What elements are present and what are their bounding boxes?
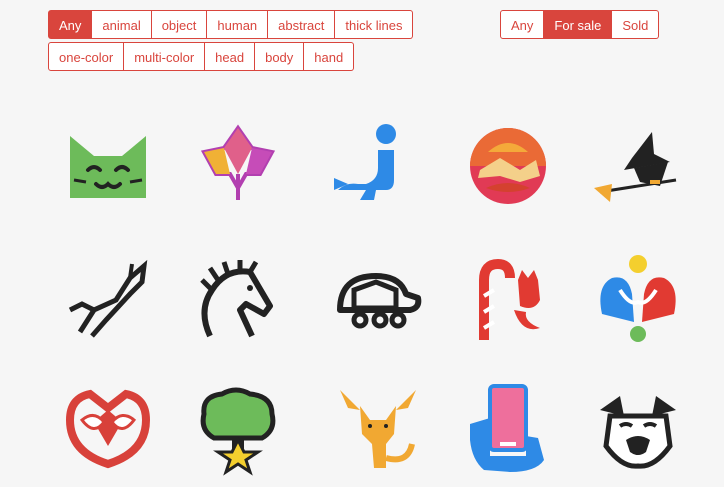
sale-filter-any[interactable]: Any bbox=[500, 10, 545, 39]
filter-animal[interactable]: animal bbox=[92, 10, 152, 39]
winged-cat-icon[interactable] bbox=[330, 380, 426, 476]
owl-face-icon[interactable] bbox=[60, 380, 156, 476]
horse-head-icon[interactable] bbox=[190, 250, 286, 346]
candy-cane-cat-icon[interactable] bbox=[460, 250, 556, 346]
maple-leaf-icon[interactable] bbox=[190, 118, 286, 214]
sale-filter-sold[interactable]: Sold bbox=[612, 10, 660, 39]
filter-one-color[interactable]: one-color bbox=[48, 42, 125, 71]
filter-object[interactable]: object bbox=[151, 10, 208, 39]
colorful-hands-icon[interactable] bbox=[590, 250, 686, 346]
filter-abstract[interactable]: abstract bbox=[268, 10, 336, 39]
tree-with-star-icon[interactable] bbox=[190, 380, 286, 476]
filter-human[interactable]: human bbox=[207, 10, 269, 39]
seal-with-ball-icon[interactable] bbox=[330, 118, 426, 214]
turtle-icon[interactable] bbox=[330, 250, 426, 346]
sale-filter-for-sale[interactable]: For sale bbox=[544, 10, 613, 39]
sale-filters: Any For sale Sold bbox=[500, 10, 660, 39]
filter-row-2: one-color multi-color head body hand bbox=[48, 42, 413, 71]
filter-thick-lines[interactable]: thick lines bbox=[335, 10, 414, 39]
filter-any[interactable]: Any bbox=[48, 10, 93, 39]
pug-face-icon[interactable] bbox=[590, 380, 686, 476]
witch-on-broom-icon[interactable] bbox=[590, 118, 686, 214]
filter-multi-color[interactable]: multi-color bbox=[124, 42, 206, 71]
sunset-circle-icon[interactable] bbox=[460, 118, 556, 214]
leaping-deer-icon[interactable] bbox=[60, 250, 156, 346]
hand-holding-phone-icon[interactable] bbox=[460, 380, 556, 476]
filter-hand[interactable]: hand bbox=[304, 42, 355, 71]
cat-face-icon[interactable] bbox=[60, 118, 156, 214]
category-filters: Any animal object human abstract thick l… bbox=[48, 10, 414, 74]
filter-row-1: Any animal object human abstract thick l… bbox=[48, 10, 414, 39]
filter-body[interactable]: body bbox=[255, 42, 305, 71]
filter-head[interactable]: head bbox=[205, 42, 256, 71]
